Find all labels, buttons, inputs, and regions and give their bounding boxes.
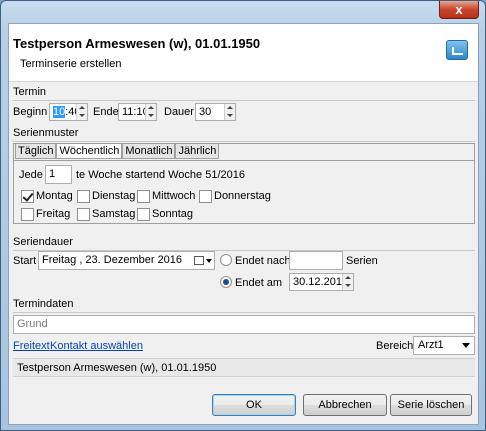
spinner-up-icon[interactable]: [148, 106, 154, 109]
start-date: , 23. Dezember 2016: [79, 254, 183, 266]
serienmuster-divider: [13, 141, 475, 142]
ends-on-label: Endet am: [235, 277, 283, 289]
ends-on-radio[interactable]: [220, 276, 232, 288]
reason-placeholder: Grund: [17, 318, 48, 330]
start-date-picker[interactable]: Freitag , 23. Dezember 2016: [38, 251, 215, 270]
recurrence-tab-panel: Täglich Wöchentlich Monatlich Jährlich J…: [13, 143, 475, 224]
week-interval-input[interactable]: 1: [45, 165, 72, 184]
every-label: Jede: [19, 169, 43, 181]
ends-on-date-spinner[interactable]: 30.12.2016: [289, 273, 354, 291]
week-interval-description: te Woche startend Woche 51/2016: [76, 169, 245, 181]
appointment-series-icon: [446, 40, 468, 60]
spinner-up-icon[interactable]: [345, 276, 351, 279]
cancel-button[interactable]: Abbrechen: [303, 394, 387, 416]
day-checkbox-samstag[interactable]: [77, 208, 90, 221]
termindaten-section-label: Termindaten: [13, 298, 74, 310]
tab-monthly[interactable]: Monatlich: [122, 144, 176, 159]
close-icon: x: [455, 2, 463, 17]
recurrence-tabs: Täglich Wöchentlich Monatlich Jährlich: [15, 144, 220, 160]
select-contact-link[interactable]: Kontakt auswählen: [50, 340, 143, 352]
day-label-donnerstag: Donnerstag: [214, 190, 271, 202]
end-time-spinner[interactable]: 11:10: [118, 103, 157, 121]
bereich-value: Arzt1: [418, 339, 444, 351]
day-checkbox-donnerstag[interactable]: [199, 190, 212, 203]
start-label: Start: [13, 255, 37, 267]
series-unit-label: Serien: [346, 255, 378, 267]
dialog-client-area: Testperson Armeswesen (w), 01.01.1950 Te…: [8, 23, 479, 425]
day-label-mittwoch: Mittwoch: [152, 190, 196, 202]
begin-time-spinner[interactable]: 10:40: [49, 103, 88, 121]
begin-hour-selection: 10: [53, 106, 66, 118]
ends-on-spinner-arrows[interactable]: [342, 274, 353, 290]
chevron-down-icon: [462, 343, 470, 348]
ends-after-input[interactable]: [289, 251, 343, 270]
day-label-montag: Montag: [36, 190, 73, 202]
day-checkbox-dienstag[interactable]: [77, 190, 90, 203]
termin-divider: [13, 100, 475, 101]
patient-title: Testperson Armeswesen (w), 01.01.1950: [13, 36, 261, 51]
termindaten-divider: [13, 312, 475, 313]
ok-button[interactable]: OK: [212, 394, 296, 416]
tab-daily[interactable]: Täglich: [15, 144, 57, 159]
dialog-header: Testperson Armeswesen (w), 01.01.1950 Te…: [9, 24, 478, 82]
spinner-up-icon[interactable]: [227, 106, 233, 109]
chevron-down-icon[interactable]: [206, 259, 212, 263]
tabstrip-divider: [14, 160, 474, 161]
seriendauer-section-label: Seriendauer: [13, 236, 73, 248]
close-button[interactable]: x: [439, 1, 479, 19]
week-interval-value: 1: [49, 168, 56, 180]
spinner-down-icon[interactable]: [79, 114, 85, 117]
bereich-select[interactable]: Arzt1: [413, 336, 475, 355]
tab-yearly[interactable]: Jährlich: [175, 144, 220, 159]
spinner-up-icon[interactable]: [79, 106, 85, 109]
day-label-freitag: Freitag: [36, 208, 71, 220]
start-weekday: Freitag: [42, 254, 77, 266]
day-checkbox-freitag[interactable]: [21, 208, 34, 221]
day-label-sonntag: Sonntag: [152, 208, 193, 220]
duration-label: Dauer: [164, 106, 194, 118]
tab-weekly[interactable]: Wöchentlich: [56, 144, 123, 159]
ends-after-radio[interactable]: [220, 254, 232, 266]
duration-value: 30: [199, 106, 212, 118]
reason-input[interactable]: Grund: [13, 315, 475, 334]
dialog-window: x Testperson Armeswesen (w), 01.01.1950 …: [0, 0, 486, 431]
duration-spinner-arrows[interactable]: [224, 104, 235, 120]
end-label: Ende: [93, 106, 119, 118]
end-spinner-arrows[interactable]: [145, 104, 156, 120]
bereich-label: Bereich: [376, 340, 414, 352]
patient-info-text: Testperson Armeswesen (w), 01.01.1950: [17, 362, 217, 374]
duration-spinner[interactable]: 30: [195, 103, 236, 121]
spinner-down-icon[interactable]: [227, 114, 233, 117]
spinner-down-icon[interactable]: [345, 284, 351, 287]
day-checkbox-mittwoch[interactable]: [137, 190, 150, 203]
spinner-down-icon[interactable]: [148, 114, 154, 117]
serienmuster-section-label: Serienmuster: [13, 127, 79, 139]
ends-after-label: Endet nach: [235, 255, 291, 267]
begin-label: Beginn: [13, 106, 48, 118]
dialog-subtitle: Terminserie erstellen: [20, 58, 122, 70]
freitext-link[interactable]: Freitext: [13, 340, 50, 352]
ends-on-value: 30.12.2016: [293, 276, 349, 288]
day-label-samstag: Samstag: [92, 208, 136, 220]
day-checkbox-sonntag[interactable]: [137, 208, 150, 221]
termin-section-label: Termin: [13, 86, 47, 98]
calendar-icon[interactable]: [194, 256, 204, 265]
begin-spinner-arrows[interactable]: [76, 104, 87, 120]
day-label-dienstag: Dienstag: [92, 190, 136, 202]
delete-series-button[interactable]: Serie löschen: [390, 394, 472, 416]
day-checkbox-montag[interactable]: [21, 190, 34, 203]
patient-info-bar: Testperson Armeswesen (w), 01.01.1950: [13, 358, 475, 377]
